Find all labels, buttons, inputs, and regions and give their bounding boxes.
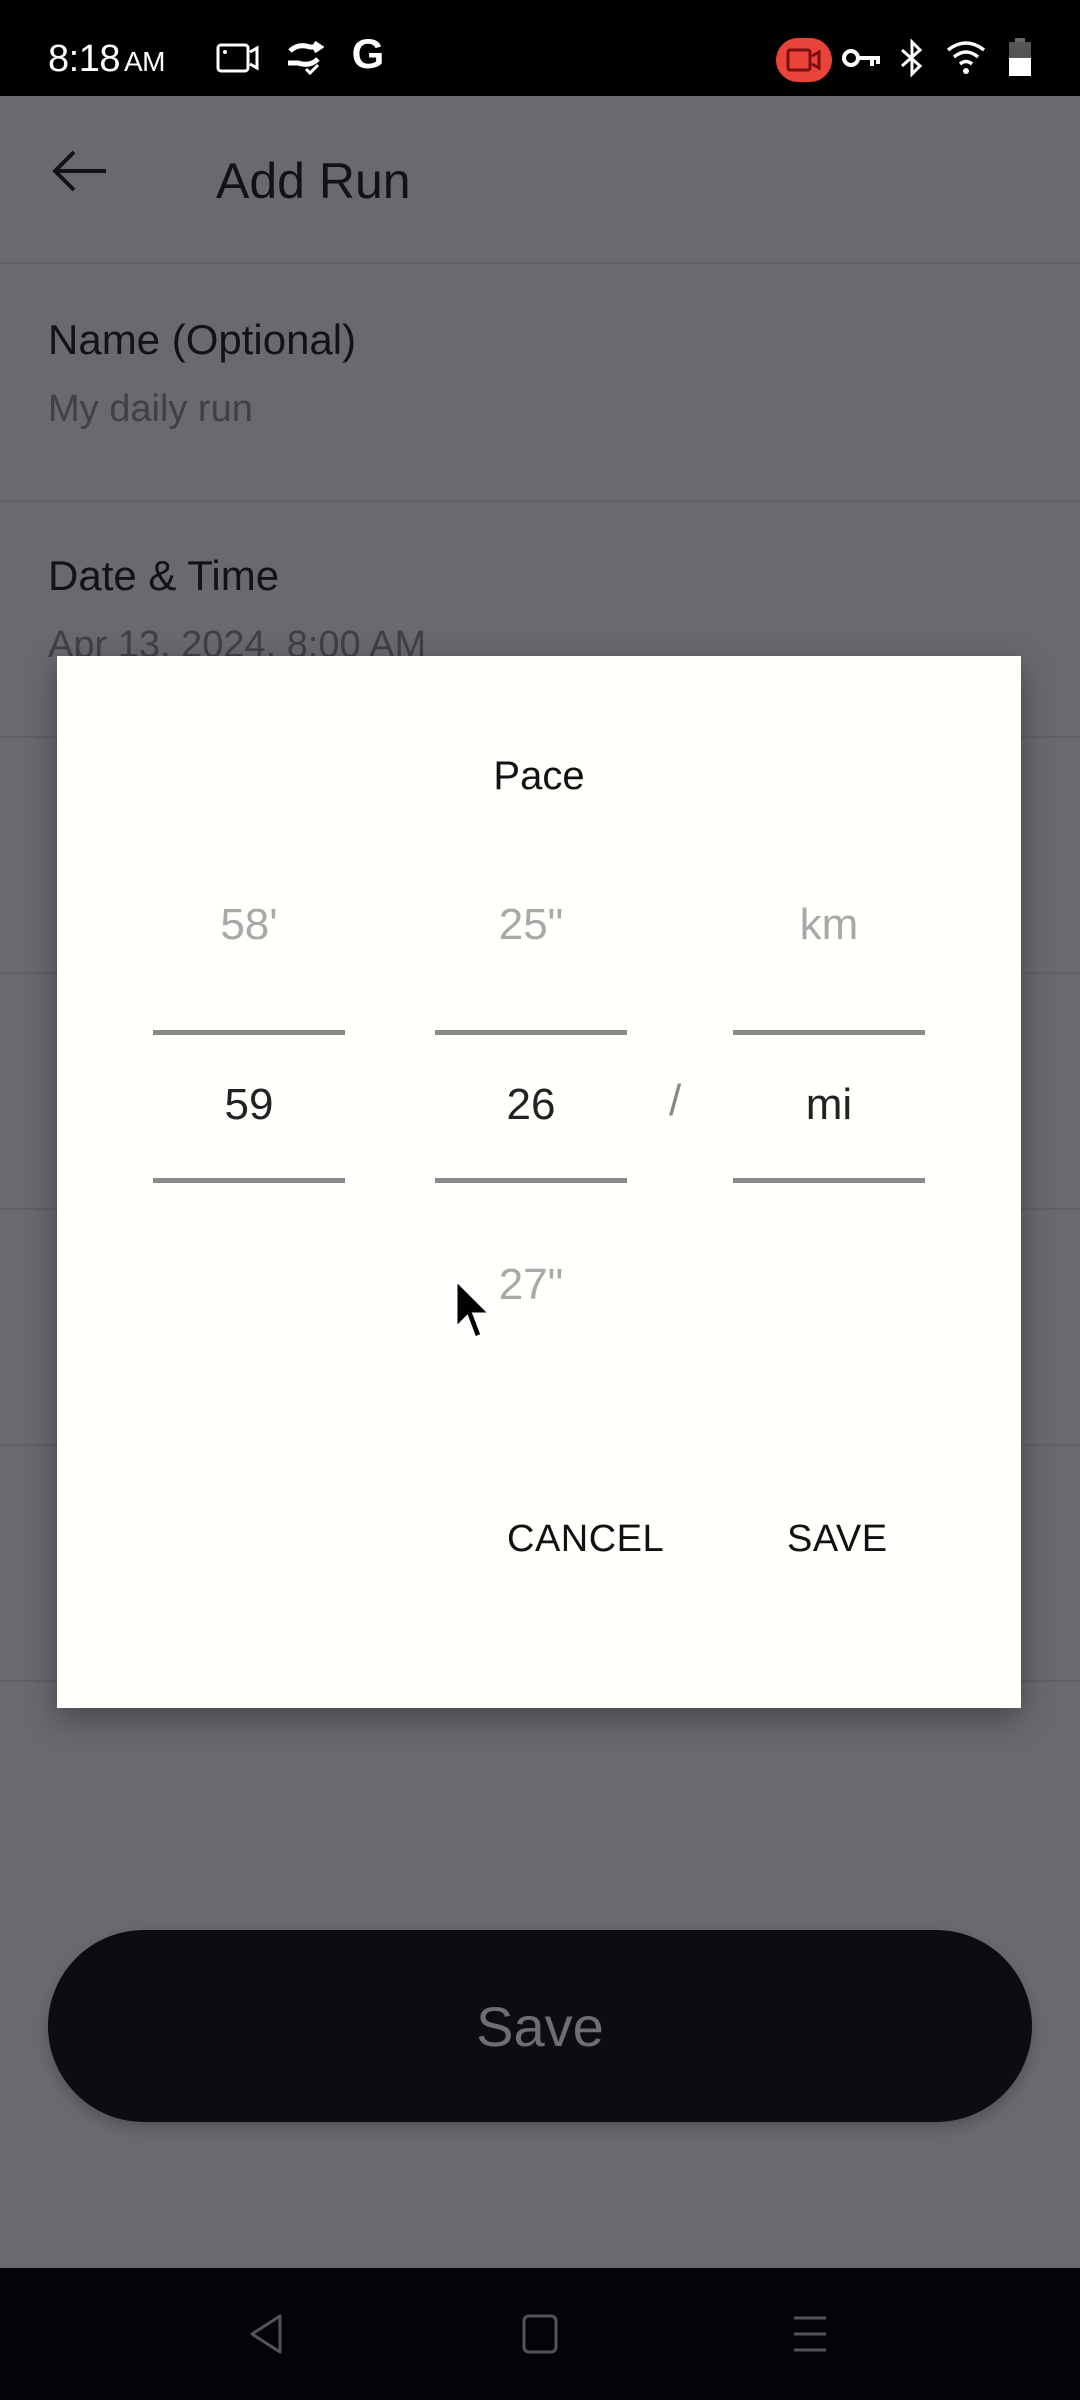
screen-record-icon: [214, 38, 262, 78]
picker-divider: [153, 1178, 345, 1183]
recording-indicator-icon: [776, 38, 832, 82]
unit-separator: /: [669, 1076, 682, 1125]
picker-divider: [733, 1030, 925, 1035]
save-button[interactable]: SAVE: [771, 1508, 904, 1571]
picker-selected-value[interactable]: 59: [153, 1080, 345, 1130]
google-icon: G: [351, 30, 385, 77]
navigation-bar: [0, 2268, 1080, 2400]
wifi-icon: [944, 38, 988, 78]
picker-divider: [435, 1178, 627, 1183]
nav-home-icon[interactable]: [510, 2304, 570, 2364]
picker-selected-value[interactable]: mi: [733, 1080, 925, 1130]
battery-icon: [1004, 38, 1036, 78]
bluetooth-icon: [894, 38, 930, 78]
picker-divider: [153, 1030, 345, 1035]
status-bar: 8:18 AM G: [0, 0, 1080, 96]
sync-check-icon: [282, 38, 326, 78]
minutes-picker[interactable]: 58' 59: [153, 656, 345, 1708]
cancel-button[interactable]: CANCEL: [491, 1508, 680, 1571]
picker-divider: [435, 1030, 627, 1035]
nav-menu-icon[interactable]: [780, 2304, 840, 2364]
vpn-key-icon: [840, 38, 884, 78]
picker-prev-value[interactable]: 58': [153, 900, 345, 950]
picker-prev-value[interactable]: km: [733, 900, 925, 950]
picker-prev-value[interactable]: 25": [435, 900, 627, 950]
ampm-text: AM: [123, 46, 166, 77]
picker-selected-value[interactable]: 26: [435, 1080, 627, 1130]
time-text: 8:18: [48, 38, 120, 80]
nav-back-icon[interactable]: [236, 2304, 296, 2364]
pace-dialog: Pace 58' 59 25" 26 27" / km mi CANCEL SA…: [57, 656, 1021, 1708]
status-time: 8:18 AM: [48, 38, 165, 81]
picker-divider: [733, 1178, 925, 1183]
mouse-cursor-icon: [452, 1276, 496, 1346]
